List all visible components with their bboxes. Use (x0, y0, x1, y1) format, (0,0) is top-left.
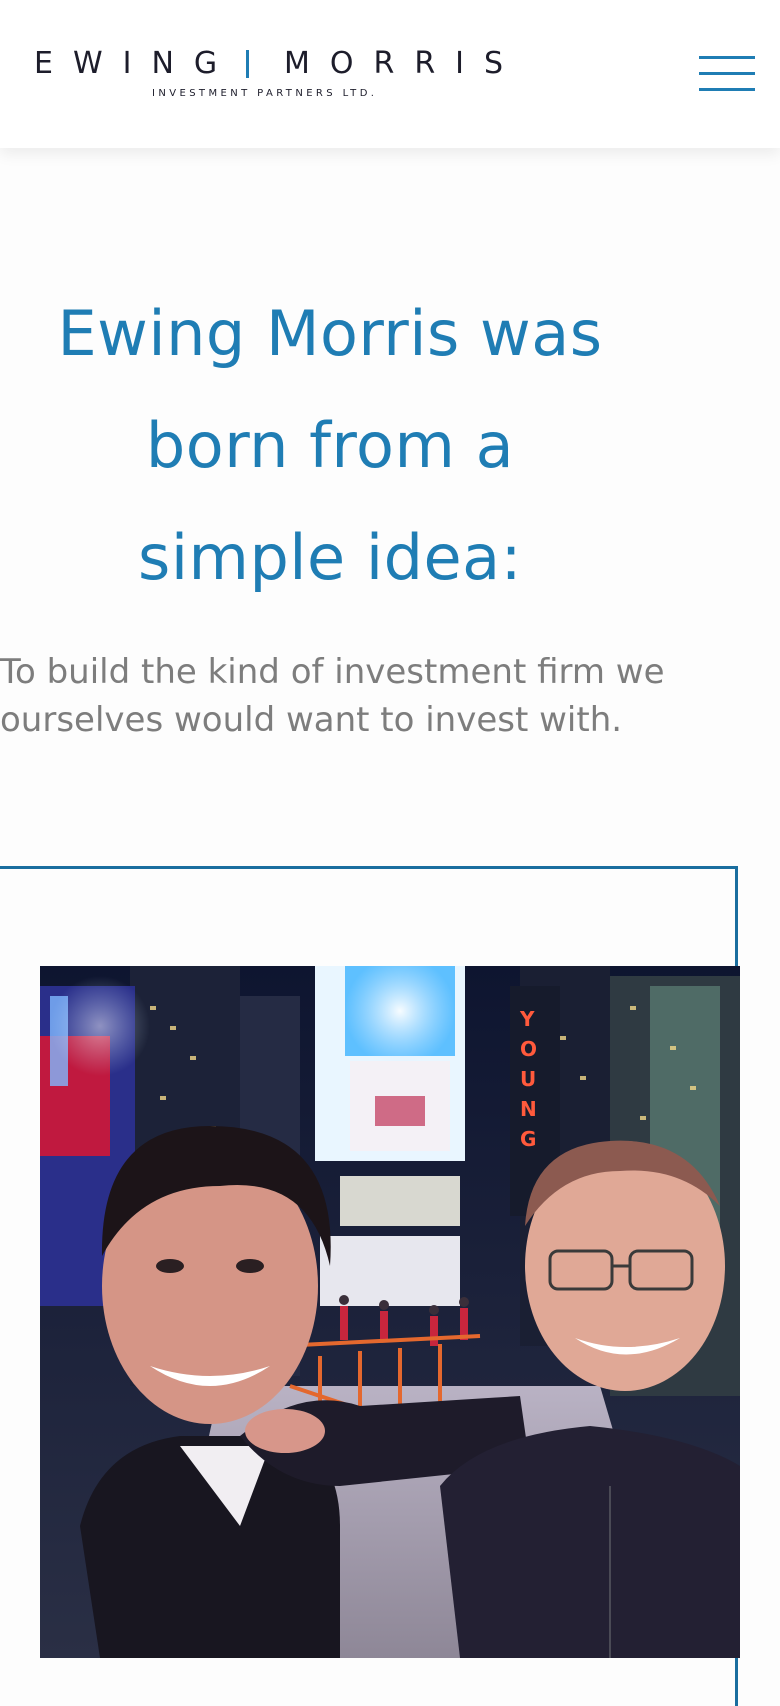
logo-divider (246, 50, 249, 78)
neon-sign-text: Y O U N G (519, 1007, 537, 1151)
intro-line: ourselves would want to invest with. (0, 700, 623, 740)
svg-text:O: O (520, 1037, 537, 1061)
menu-bar (699, 56, 755, 59)
logo-word-morris: MORRIS (284, 46, 524, 81)
photo-illustration: Y O U N G (40, 966, 740, 1658)
hero-title: Ewing Morris was born from a simple idea… (30, 278, 630, 614)
svg-text:N: N (520, 1097, 537, 1121)
hero-title-line: born from a (145, 409, 515, 482)
hero-title-line: simple idea: (138, 521, 522, 594)
logo-tagline: INVESTMENT PARTNERS LTD. (152, 88, 378, 99)
intro-paragraph: To build the kind of investment firm we … (0, 648, 720, 744)
menu-bar (699, 88, 755, 91)
svg-text:Y: Y (519, 1007, 535, 1031)
svg-text:G: G (520, 1127, 536, 1151)
founders-selfie-photo: Y O U N G (40, 966, 740, 1658)
intro-line: To build the kind of investment firm we (0, 652, 665, 692)
site-header: EWING MORRIS INVESTMENT PARTNERS LTD. (0, 0, 780, 148)
hamburger-menu-icon[interactable] (695, 56, 759, 96)
ewing-morris-logo[interactable]: EWING MORRIS INVESTMENT PARTNERS LTD. (34, 46, 514, 102)
logo-word-ewing: EWING (34, 46, 238, 81)
svg-text:U: U (520, 1067, 536, 1091)
hero-title-line: Ewing Morris was (57, 297, 603, 370)
menu-bar (699, 72, 755, 75)
